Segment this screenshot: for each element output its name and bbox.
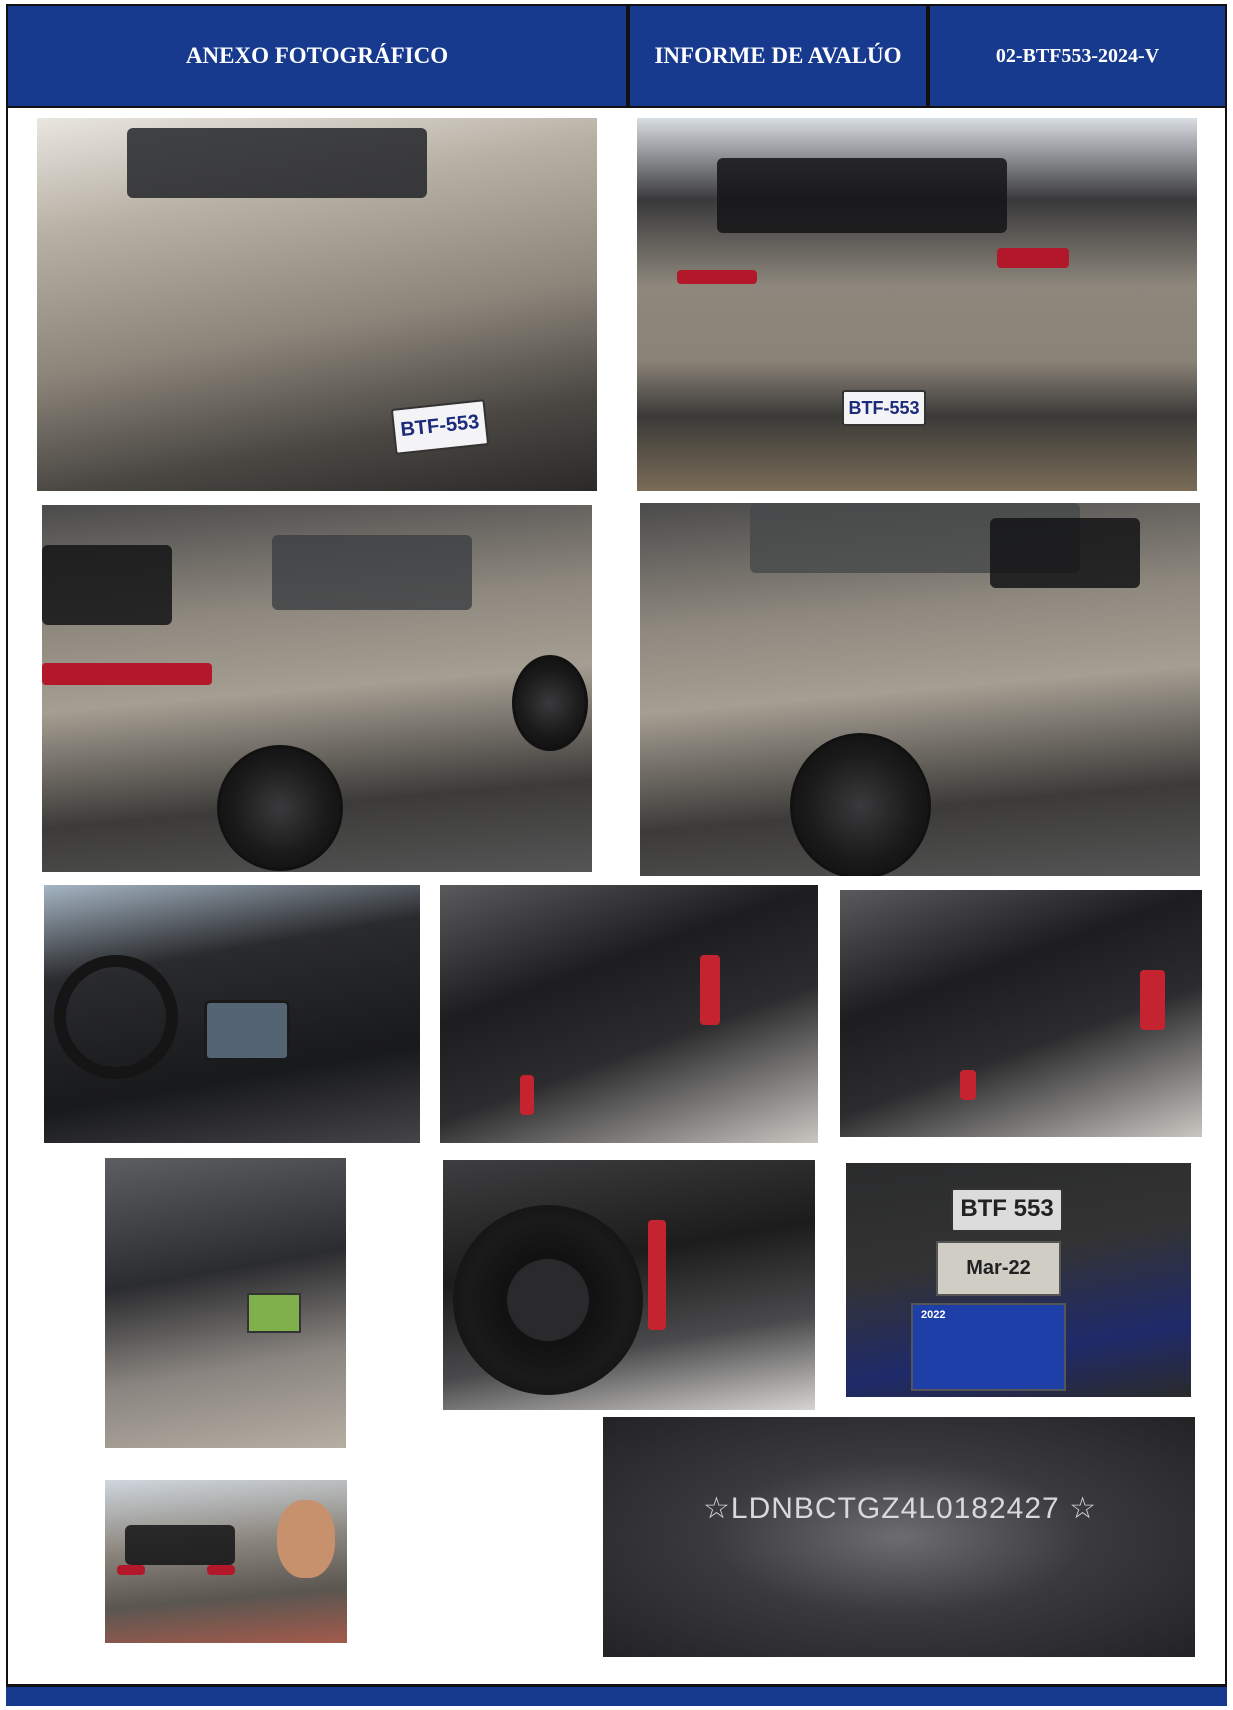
circulation-permit-sticker: 2022: [911, 1303, 1066, 1391]
photo-rear-view: BTF-553: [637, 118, 1197, 491]
photo-engine-bay: [105, 1158, 346, 1448]
photo-rear-three-quarter: [42, 505, 592, 872]
rear-license-plate: BTF-553: [842, 390, 926, 426]
photo-front-three-quarter: [640, 503, 1200, 876]
report-footer: [6, 1684, 1227, 1706]
front-license-plate: BTF-553: [390, 399, 490, 455]
section-title: ANEXO FOTOGRÁFICO: [8, 6, 630, 106]
photo-front-seats: [440, 885, 818, 1143]
photo-vin-plate: ☆LDNBCTGZ4L0182427 ☆: [603, 1417, 1195, 1657]
photo-rear-seats: [840, 890, 1202, 1137]
report-header: ANEXO FOTOGRÁFICO INFORME DE AVALÚO 02-B…: [6, 4, 1227, 108]
report-title: INFORME DE AVALÚO: [630, 6, 930, 106]
photo-dashboard: [44, 885, 420, 1143]
windshield-plate-sticker: BTF 553: [951, 1188, 1063, 1232]
photo-inspector-selfie: [105, 1480, 347, 1643]
technical-inspection-sticker: Mar-22: [936, 1241, 1061, 1296]
photo-spare-tire: [443, 1160, 815, 1410]
photo-front-view: BTF-553: [37, 118, 597, 491]
photo-windshield-stickers: BTF 553 Mar-22 2022: [846, 1163, 1191, 1397]
report-code: 02-BTF553-2024-V: [930, 6, 1225, 106]
vin-number: ☆LDNBCTGZ4L0182427 ☆: [703, 1492, 1097, 1525]
